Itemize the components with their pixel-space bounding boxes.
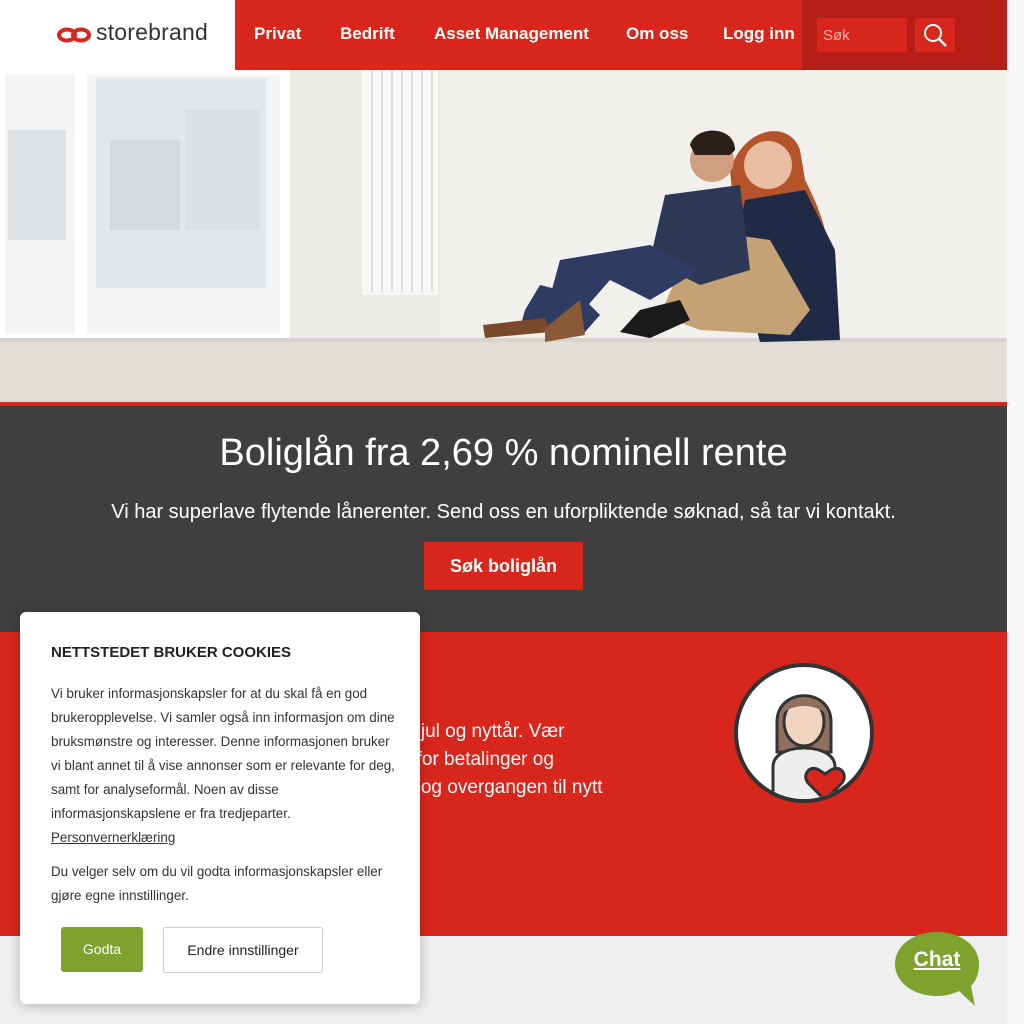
cookie-body-text: Vi bruker informasjonskapsler for at du … (51, 686, 395, 821)
cookie-body: Vi bruker informasjonskapsler for at du … (51, 682, 401, 850)
site-header: storebrand Privat Bedrift Asset Manageme… (0, 0, 1007, 70)
storebrand-logo-icon (57, 27, 91, 43)
search-icon (924, 24, 947, 47)
main-nav: Privat Bedrift Asset Management Om oss L… (235, 0, 802, 70)
cookie-choice-text: Du velger selv om du vil godta informasj… (51, 864, 383, 903)
banner-title: Boliglån fra 2,69 % nominell rente (219, 432, 788, 474)
accept-cookies-button[interactable]: Godta (61, 927, 143, 972)
logo-link[interactable]: storebrand (0, 0, 235, 70)
info-text-line: d jul og nyttår. Vær (405, 721, 565, 742)
banner-text: Vi har superlave flytende lånerenter. Se… (111, 501, 896, 523)
woman-heart-icon (734, 663, 874, 803)
cookie-title: NETTSTEDET BRUKER COOKIES (51, 644, 292, 661)
search-bar (802, 0, 1007, 70)
info-text-line: n og overgangen til nytt (405, 777, 603, 798)
nav-bedrift[interactable]: Bedrift (340, 24, 395, 44)
nav-om-oss[interactable]: Om oss (626, 24, 688, 44)
chat-label: Chat (913, 948, 961, 971)
cookie-settings-button[interactable]: Endre innstillinger (163, 927, 323, 973)
brand-name: storebrand (96, 19, 208, 45)
mortgage-banner: Boliglån fra 2,69 % nominell rente Vi ha… (0, 406, 1007, 632)
nav-privat[interactable]: Privat (254, 24, 301, 44)
hero-image (0, 70, 1007, 402)
chat-button[interactable]: Chat (893, 930, 981, 1010)
page-scrollbar[interactable] (1007, 0, 1024, 1024)
nav-asset-management[interactable]: Asset Management (434, 24, 589, 44)
nav-logg-inn[interactable]: Logg inn (723, 24, 795, 44)
search-input[interactable] (817, 18, 907, 52)
apply-mortgage-button[interactable]: Søk boliglån (424, 542, 583, 590)
cookie-dialog: NETTSTEDET BRUKER COOKIES Vi bruker info… (20, 612, 420, 1004)
search-button[interactable] (915, 18, 955, 52)
info-text-line: r for betalinger og (405, 749, 554, 770)
privacy-policy-link[interactable]: Personvernerklæring (51, 830, 175, 845)
